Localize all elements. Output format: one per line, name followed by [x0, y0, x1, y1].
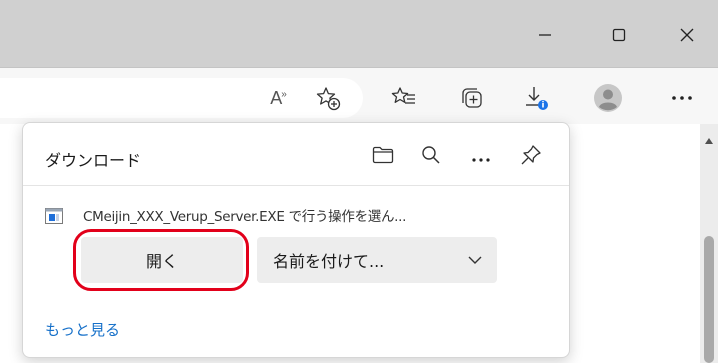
title-bar: [0, 0, 718, 68]
vertical-scrollbar[interactable]: [700, 124, 718, 363]
chevron-down-icon[interactable]: [453, 255, 497, 265]
add-favorite-button[interactable]: [312, 82, 344, 114]
see-more-link[interactable]: もっと見る: [45, 319, 120, 340]
favorites-icon: [391, 85, 417, 111]
scroll-up-arrow[interactable]: [705, 138, 713, 144]
add-favorite-icon: [315, 85, 341, 111]
minimize-icon: [538, 28, 552, 42]
downloads-more-button[interactable]: [467, 143, 495, 171]
downloads-button[interactable]: [520, 82, 552, 114]
downloads-icon: [522, 84, 550, 112]
pin-icon: [520, 144, 542, 170]
scroll-thumb[interactable]: [704, 236, 714, 363]
read-aloud-icon: A»: [270, 87, 286, 108]
highlight-annotation: [73, 229, 249, 291]
favorites-button[interactable]: [388, 82, 420, 114]
collections-icon: [459, 85, 485, 111]
address-bar[interactable]: [0, 78, 363, 118]
read-aloud-button[interactable]: A»: [262, 82, 294, 114]
save-as-button[interactable]: 名前を付けて...: [257, 237, 497, 283]
save-as-label: 名前を付けて...: [273, 252, 385, 271]
exe-file-icon: [45, 208, 63, 224]
close-icon: [680, 28, 694, 42]
minimize-button[interactable]: [522, 18, 568, 52]
profile-icon: [593, 83, 623, 113]
pin-downloads-button[interactable]: [517, 143, 545, 171]
more-options-icon: [471, 148, 491, 167]
close-button[interactable]: [664, 18, 710, 52]
downloads-title: ダウンロード: [45, 151, 142, 170]
browser-toolbar: A»: [0, 68, 718, 124]
more-icon: [671, 95, 693, 101]
download-file-name: CMeijin_XXX_Verup_Server.EXE で行う操作を選ん...: [83, 209, 407, 225]
open-folder-button[interactable]: [369, 143, 397, 171]
more-button[interactable]: [666, 82, 698, 114]
search-downloads-button[interactable]: [417, 143, 445, 171]
search-icon: [421, 145, 441, 169]
header-divider: [23, 185, 569, 186]
folder-icon: [372, 146, 394, 168]
collections-button[interactable]: [456, 82, 488, 114]
maximize-icon: [612, 28, 626, 42]
downloads-panel: ダウンロード CMeijin_XXX_Verup_Server.EXE で行う操…: [22, 122, 570, 358]
maximize-button[interactable]: [596, 18, 642, 52]
profile-button[interactable]: [592, 82, 624, 114]
